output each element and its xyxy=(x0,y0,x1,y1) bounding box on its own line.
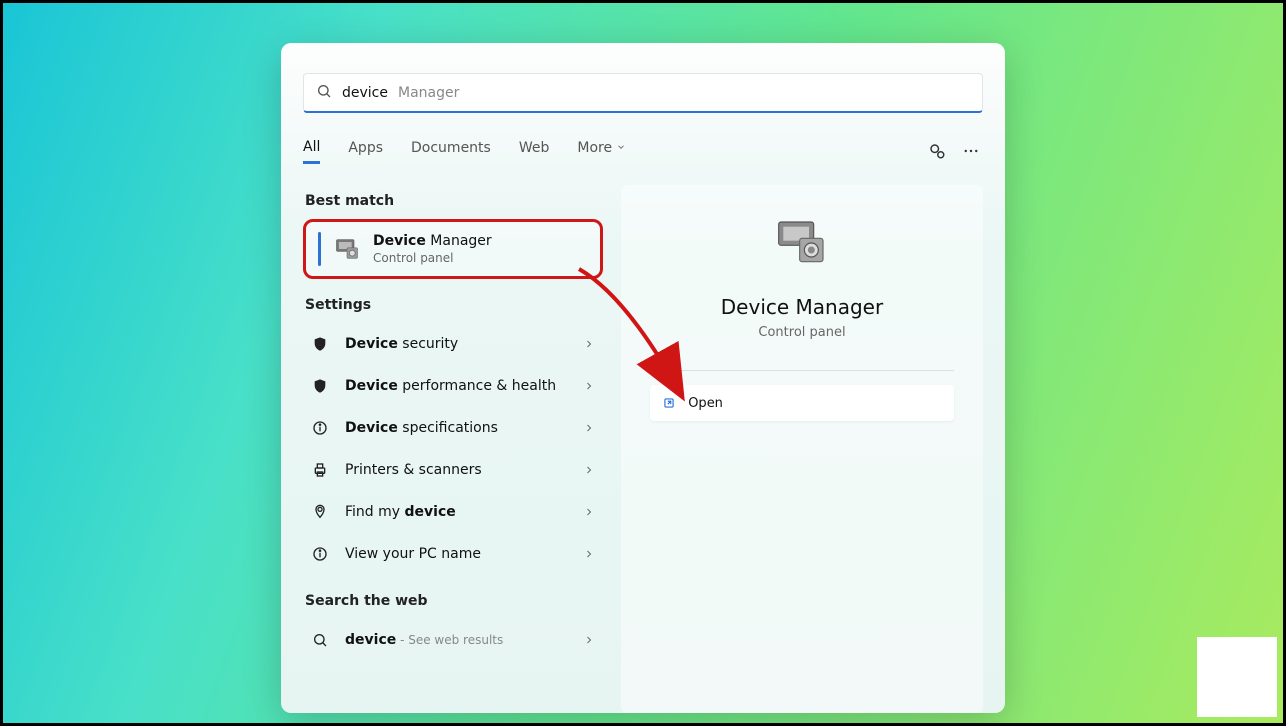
web-search-item[interactable]: device - See web results xyxy=(303,619,603,661)
selection-indicator xyxy=(318,232,321,266)
chevron-right-icon xyxy=(583,631,595,650)
info-icon xyxy=(309,420,331,436)
tab-web[interactable]: Web xyxy=(519,140,550,162)
shield-icon xyxy=(309,336,331,352)
chevron-right-icon xyxy=(583,377,595,396)
search-icon xyxy=(316,83,332,103)
chevron-down-icon xyxy=(616,140,626,156)
chevron-right-icon xyxy=(583,335,595,354)
search-panel: device Manager All Apps Documents Web Mo… xyxy=(281,43,1005,713)
settings-item-view-pc-name[interactable]: View your PC name xyxy=(303,533,603,575)
divider xyxy=(650,370,954,371)
external-link-icon xyxy=(662,395,678,411)
section-settings: Settings xyxy=(305,297,603,313)
settings-item-device-security[interactable]: Device security xyxy=(303,323,603,365)
chevron-right-icon xyxy=(583,461,595,480)
settings-item-device-performance[interactable]: Device performance & health xyxy=(303,365,603,407)
best-match-result[interactable]: Device Manager Control panel xyxy=(303,219,603,279)
best-match-subtitle: Control panel xyxy=(373,251,492,265)
section-search-web: Search the web xyxy=(305,593,603,609)
settings-item-find-my-device[interactable]: Find my device xyxy=(303,491,603,533)
open-button[interactable]: Open xyxy=(650,385,954,421)
settings-item-device-specifications[interactable]: Device specifications xyxy=(303,407,603,449)
overlay-box xyxy=(1197,637,1277,717)
section-best-match: Best match xyxy=(305,193,603,209)
search-typed-text: device xyxy=(342,85,388,101)
search-icon xyxy=(309,632,331,648)
more-options-icon[interactable] xyxy=(959,139,983,163)
search-input[interactable]: device Manager xyxy=(303,73,983,113)
settings-item-printers-scanners[interactable]: Printers & scanners xyxy=(303,449,603,491)
best-match-title: Device Manager xyxy=(373,233,492,249)
chevron-right-icon xyxy=(583,503,595,522)
info-icon xyxy=(309,546,331,562)
chevron-right-icon xyxy=(583,419,595,438)
filter-tabs: All Apps Documents Web More xyxy=(303,135,983,167)
location-icon xyxy=(309,504,331,520)
recent-searches-icon[interactable] xyxy=(925,139,949,163)
results-column: Best match Device Manager Control panel … xyxy=(303,185,603,713)
preview-pane: Device Manager Control panel Open xyxy=(621,185,983,713)
chevron-right-icon xyxy=(583,545,595,564)
preview-title: Device Manager xyxy=(721,295,883,319)
tab-more[interactable]: More xyxy=(577,140,626,162)
tab-all[interactable]: All xyxy=(303,139,320,164)
preview-subtitle: Control panel xyxy=(758,325,845,340)
device-manager-icon xyxy=(333,235,361,263)
open-label: Open xyxy=(688,396,723,411)
search-suggestion-text: Manager xyxy=(398,85,459,101)
printer-icon xyxy=(309,462,331,478)
shield-icon xyxy=(309,378,331,394)
tab-documents[interactable]: Documents xyxy=(411,140,491,162)
tab-apps[interactable]: Apps xyxy=(348,140,383,162)
device-manager-icon xyxy=(774,215,830,271)
